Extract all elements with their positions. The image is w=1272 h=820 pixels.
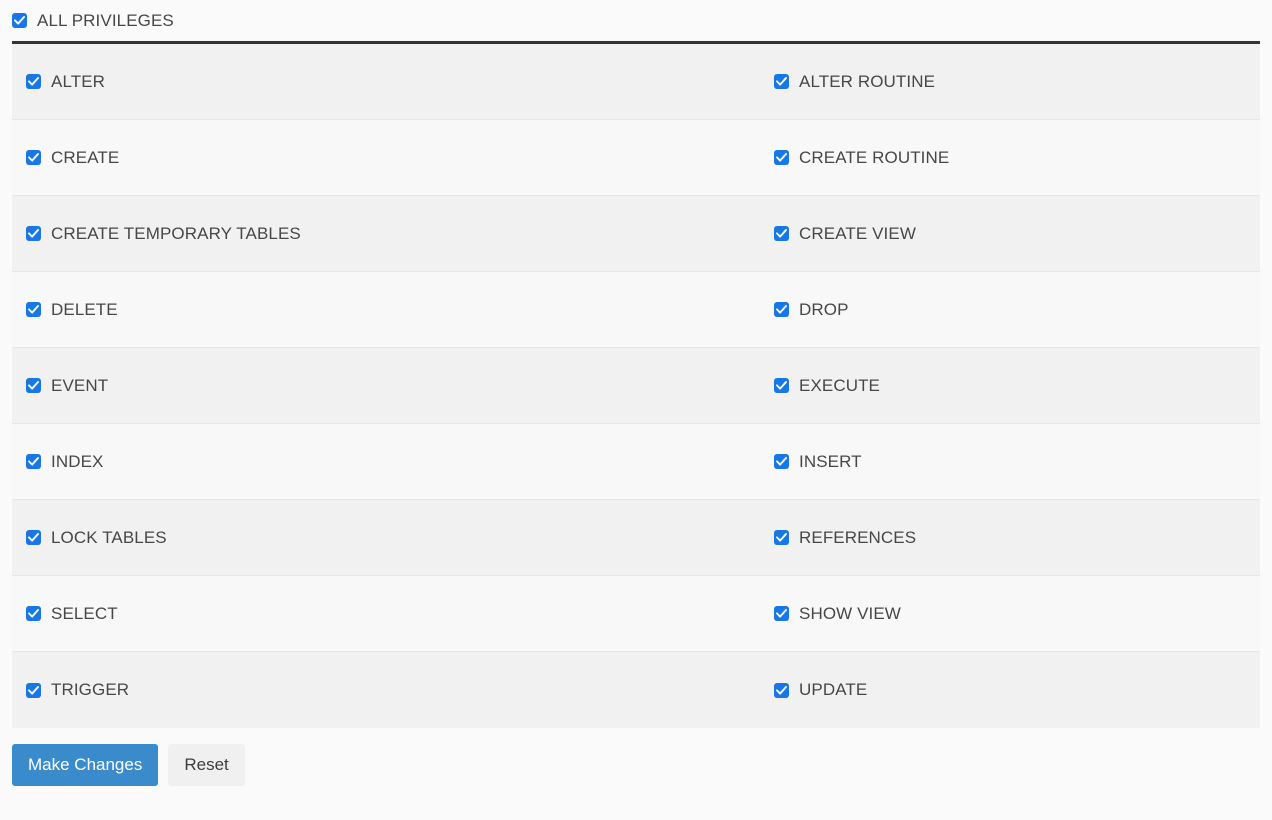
make-changes-button[interactable]: Make Changes — [12, 744, 158, 786]
privilege-label-select: SELECT — [51, 604, 118, 624]
privilege-label-update: UPDATE — [799, 680, 867, 700]
privilege-label-show-view: SHOW VIEW — [799, 604, 901, 624]
privilege-label-create-temporary-tables: CREATE TEMPORARY TABLES — [51, 224, 301, 244]
checkmark-icon — [28, 532, 39, 543]
privilege-cell[interactable]: DELETE — [12, 300, 768, 320]
checkmark-icon — [776, 456, 787, 467]
checkbox-create-routine[interactable] — [774, 150, 789, 165]
checkmark-icon — [28, 152, 39, 163]
privilege-cell[interactable]: ALTER ROUTINE — [768, 72, 1260, 92]
privilege-row: LOCK TABLES REFERENCES — [12, 500, 1260, 576]
privilege-label-create-view: CREATE VIEW — [799, 224, 916, 244]
checkmark-icon — [776, 380, 787, 391]
privilege-cell[interactable]: SELECT — [12, 604, 768, 624]
privilege-row: EVENT EXECUTE — [12, 348, 1260, 424]
checkmark-icon — [776, 152, 787, 163]
checkbox-all-privileges[interactable] — [12, 13, 27, 28]
privilege-cell[interactable]: LOCK TABLES — [12, 528, 768, 548]
privilege-cell[interactable]: SHOW VIEW — [768, 604, 1260, 624]
checkbox-create[interactable] — [26, 150, 41, 165]
all-privileges-row[interactable]: ALL PRIVILEGES — [12, 0, 1260, 44]
privilege-cell[interactable]: EXECUTE — [768, 376, 1260, 396]
privilege-cell[interactable]: INDEX — [12, 452, 768, 472]
privilege-label-create-routine: CREATE ROUTINE — [799, 148, 949, 168]
checkbox-trigger[interactable] — [26, 683, 41, 698]
form-actions: Make Changes Reset — [12, 744, 1260, 786]
reset-button[interactable]: Reset — [168, 744, 244, 786]
checkmark-icon — [776, 76, 787, 87]
privilege-label-execute: EXECUTE — [799, 376, 880, 396]
privilege-cell[interactable]: DROP — [768, 300, 1260, 320]
privilege-label-insert: INSERT — [799, 452, 862, 472]
checkmark-icon — [776, 685, 787, 696]
checkbox-create-temporary-tables[interactable] — [26, 226, 41, 241]
checkmark-icon — [28, 228, 39, 239]
checkbox-show-view[interactable] — [774, 606, 789, 621]
privilege-cell[interactable]: EVENT — [12, 376, 768, 396]
privilege-label-trigger: TRIGGER — [51, 680, 129, 700]
checkmark-icon — [28, 304, 39, 315]
privilege-label-create: CREATE — [51, 148, 119, 168]
privilege-cell[interactable]: ALTER — [12, 72, 768, 92]
privilege-row: ALTER ALTER ROUTINE — [12, 44, 1260, 120]
checkbox-execute[interactable] — [774, 378, 789, 393]
privilege-cell[interactable]: CREATE — [12, 148, 768, 168]
all-privileges-label: ALL PRIVILEGES — [37, 11, 174, 31]
privilege-label-lock-tables: LOCK TABLES — [51, 528, 167, 548]
privilege-row: DELETE DROP — [12, 272, 1260, 348]
checkbox-create-view[interactable] — [774, 226, 789, 241]
privilege-row: CREATE TEMPORARY TABLES CREATE VIEW — [12, 196, 1260, 272]
privilege-label-alter-routine: ALTER ROUTINE — [799, 72, 935, 92]
checkmark-icon — [28, 456, 39, 467]
checkbox-references[interactable] — [774, 530, 789, 545]
privilege-label-event: EVENT — [51, 376, 108, 396]
checkmark-icon — [776, 228, 787, 239]
privilege-label-drop: DROP — [799, 300, 849, 320]
privilege-row: INDEX INSERT — [12, 424, 1260, 500]
checkbox-lock-tables[interactable] — [26, 530, 41, 545]
privilege-cell[interactable]: UPDATE — [768, 680, 1260, 700]
checkbox-event[interactable] — [26, 378, 41, 393]
privilege-label-alter: ALTER — [51, 72, 105, 92]
privilege-label-index: INDEX — [51, 452, 103, 472]
privilege-cell[interactable]: CREATE ROUTINE — [768, 148, 1260, 168]
privilege-cell[interactable]: CREATE TEMPORARY TABLES — [12, 224, 768, 244]
checkbox-alter[interactable] — [26, 74, 41, 89]
privilege-cell[interactable]: TRIGGER — [12, 680, 768, 700]
checkmark-icon — [28, 380, 39, 391]
privilege-row: CREATE CREATE ROUTINE — [12, 120, 1260, 196]
checkmark-icon — [776, 532, 787, 543]
checkmark-icon — [28, 685, 39, 696]
checkbox-alter-routine[interactable] — [774, 74, 789, 89]
privilege-cell[interactable]: CREATE VIEW — [768, 224, 1260, 244]
privilege-row: SELECT SHOW VIEW — [12, 576, 1260, 652]
checkmark-icon — [776, 304, 787, 315]
privilege-cell[interactable]: INSERT — [768, 452, 1260, 472]
checkbox-insert[interactable] — [774, 454, 789, 469]
privilege-cell[interactable]: REFERENCES — [768, 528, 1260, 548]
checkbox-index[interactable] — [26, 454, 41, 469]
checkmark-icon — [14, 15, 25, 26]
privilege-label-delete: DELETE — [51, 300, 118, 320]
checkbox-delete[interactable] — [26, 302, 41, 317]
privileges-grid: ALTERALTER ROUTINECREATECREATE ROUTINECR… — [12, 44, 1260, 728]
privilege-row: TRIGGER UPDATE — [12, 652, 1260, 728]
checkmark-icon — [28, 76, 39, 87]
checkbox-update[interactable] — [774, 683, 789, 698]
checkmark-icon — [28, 608, 39, 619]
checkbox-drop[interactable] — [774, 302, 789, 317]
checkbox-select[interactable] — [26, 606, 41, 621]
privilege-label-references: REFERENCES — [799, 528, 916, 548]
checkmark-icon — [776, 608, 787, 619]
privileges-panel: ALL PRIVILEGES ALTERALTER ROUTINECREATEC… — [0, 0, 1272, 786]
